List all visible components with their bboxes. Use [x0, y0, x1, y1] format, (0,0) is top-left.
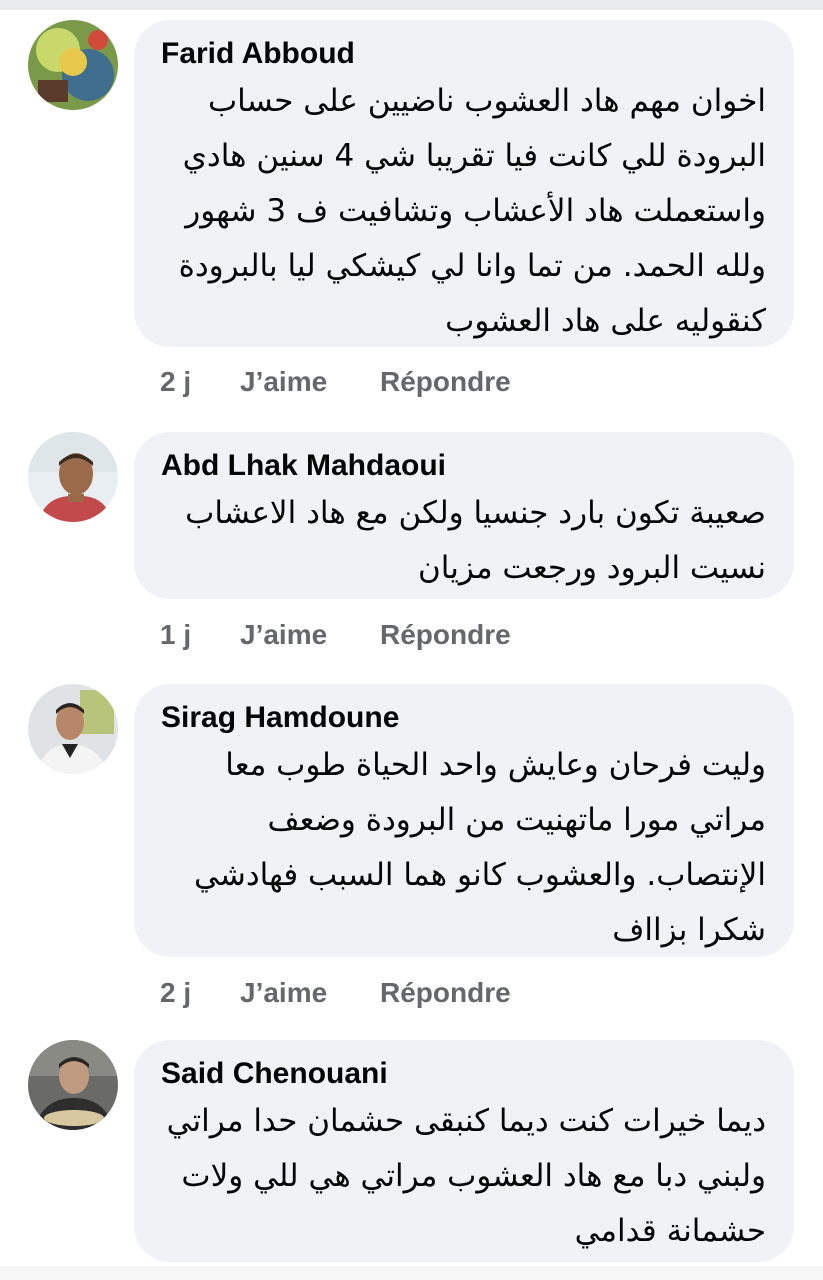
reply-button[interactable]: Répondre	[380, 362, 511, 402]
avatar[interactable]	[28, 684, 118, 774]
comment-line: ولبني دبا مع هاد العشوب مراتي هي للي ولا…	[181, 1158, 766, 1194]
comment-text: اخوان مهم هاد العشوب ناضيين على حساب الب…	[161, 74, 766, 349]
like-button[interactable]: J’aime	[240, 973, 327, 1013]
comment-line: الإنتصاب. والعشوب كانو هما السبب فهادشي	[194, 857, 766, 893]
comment-line: شكرا بزااف	[612, 912, 766, 948]
reply-button[interactable]: Répondre	[380, 973, 511, 1013]
comment-line: مراتي مورا ماتهنيت من البرودة وضعف	[267, 802, 766, 838]
comment-bubble: Said Chenouani ديما خيرات كنت ديما كنبقى…	[134, 1040, 794, 1262]
comment-line: كنقوليه على هاد العشوب	[445, 303, 766, 339]
like-button[interactable]: J’aime	[240, 362, 327, 402]
comment-bubble: Abd Lhak Mahdaoui صعيبة تكون بارد جنسيا …	[134, 432, 794, 599]
bottom-edge	[0, 1266, 823, 1280]
reply-button[interactable]: Répondre	[380, 615, 511, 655]
comment-line: نسيت البرود ورجعت مزيان	[418, 550, 766, 586]
comment-text: صعيبة تكون بارد جنسيا ولكن مع هاد الاعشا…	[161, 486, 766, 596]
comment-bubble: Farid Abboud اخوان مهم هاد العشوب ناضيين…	[134, 20, 794, 347]
comment-line: صعيبة تكون بارد جنسيا ولكن مع هاد الاعشا…	[185, 495, 766, 531]
comment-line: وليت فرحان وعايش واحد الحياة طوب معا	[225, 747, 766, 783]
avatar[interactable]	[28, 20, 118, 110]
comment-author[interactable]: Said Chenouani	[161, 1054, 766, 1094]
comment-author[interactable]: Sirag Hamdoune	[161, 698, 766, 738]
like-button[interactable]: J’aime	[240, 615, 327, 655]
comment-text: ديما خيرات كنت ديما كنبقى حشمان حدا مرات…	[161, 1094, 766, 1259]
comment-bubble: Sirag Hamdoune وليت فرحان وعايش واحد الح…	[134, 684, 794, 957]
comment-author[interactable]: Abd Lhak Mahdaoui	[161, 446, 766, 486]
comment-line: واستعملت هاد الأعشاب وتشافيت ف 3 شهور	[185, 193, 766, 229]
comment-text: وليت فرحان وعايش واحد الحياة طوب معا مرا…	[161, 738, 766, 958]
avatar[interactable]	[28, 1040, 118, 1130]
comment-author[interactable]: Farid Abboud	[161, 34, 766, 74]
comment-line: ولله الحمد. من تما وانا لي كيشكي ليا بال…	[178, 248, 766, 284]
comment-time[interactable]: 1 j	[160, 615, 191, 655]
comment-line: البرودة للي كانت فيا تقريبا شي 4 سنين ها…	[182, 138, 766, 174]
comment-time[interactable]: 2 j	[160, 973, 191, 1013]
comment-line: اخوان مهم هاد العشوب ناضيين على حساب	[207, 83, 766, 119]
comment-time[interactable]: 2 j	[160, 362, 191, 402]
avatar[interactable]	[28, 432, 118, 522]
comment-line: حشمانة قدامي	[574, 1213, 766, 1249]
comment-line: ديما خيرات كنت ديما كنبقى حشمان حدا مرات…	[166, 1103, 766, 1139]
top-bar	[0, 0, 823, 10]
